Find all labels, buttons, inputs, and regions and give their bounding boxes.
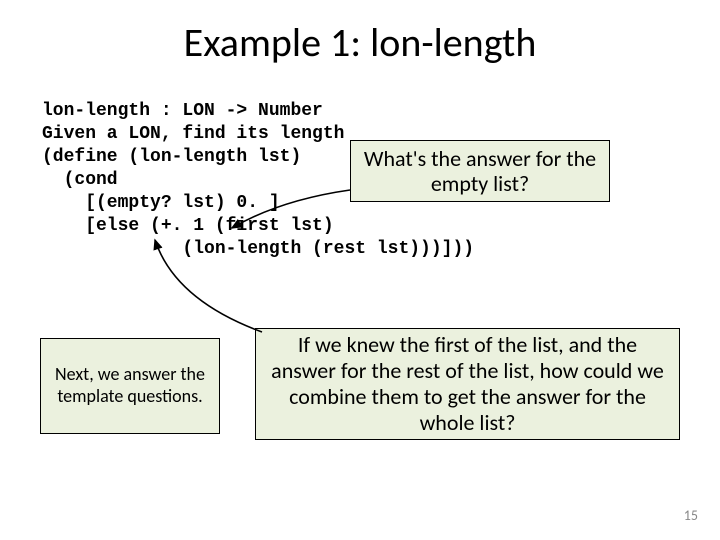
callout-text: If we knew the first of the list, and th… <box>266 332 669 436</box>
slide: Example 1: lon-length lon-length : LON -… <box>0 0 720 540</box>
page-number: 15 <box>684 507 698 524</box>
slide-title: Example 1: lon-length <box>0 18 720 67</box>
callout-empty-list: What's the answer for the empty list? <box>350 140 610 202</box>
callout-combine: If we knew the first of the list, and th… <box>255 328 680 440</box>
callout-text: What's the answer for the empty list? <box>361 146 599 197</box>
callout-text: Next, we answer the template questions. <box>51 364 209 407</box>
arrow-overlay <box>0 0 720 540</box>
callout-template-questions: Next, we answer the template questions. <box>40 338 220 434</box>
